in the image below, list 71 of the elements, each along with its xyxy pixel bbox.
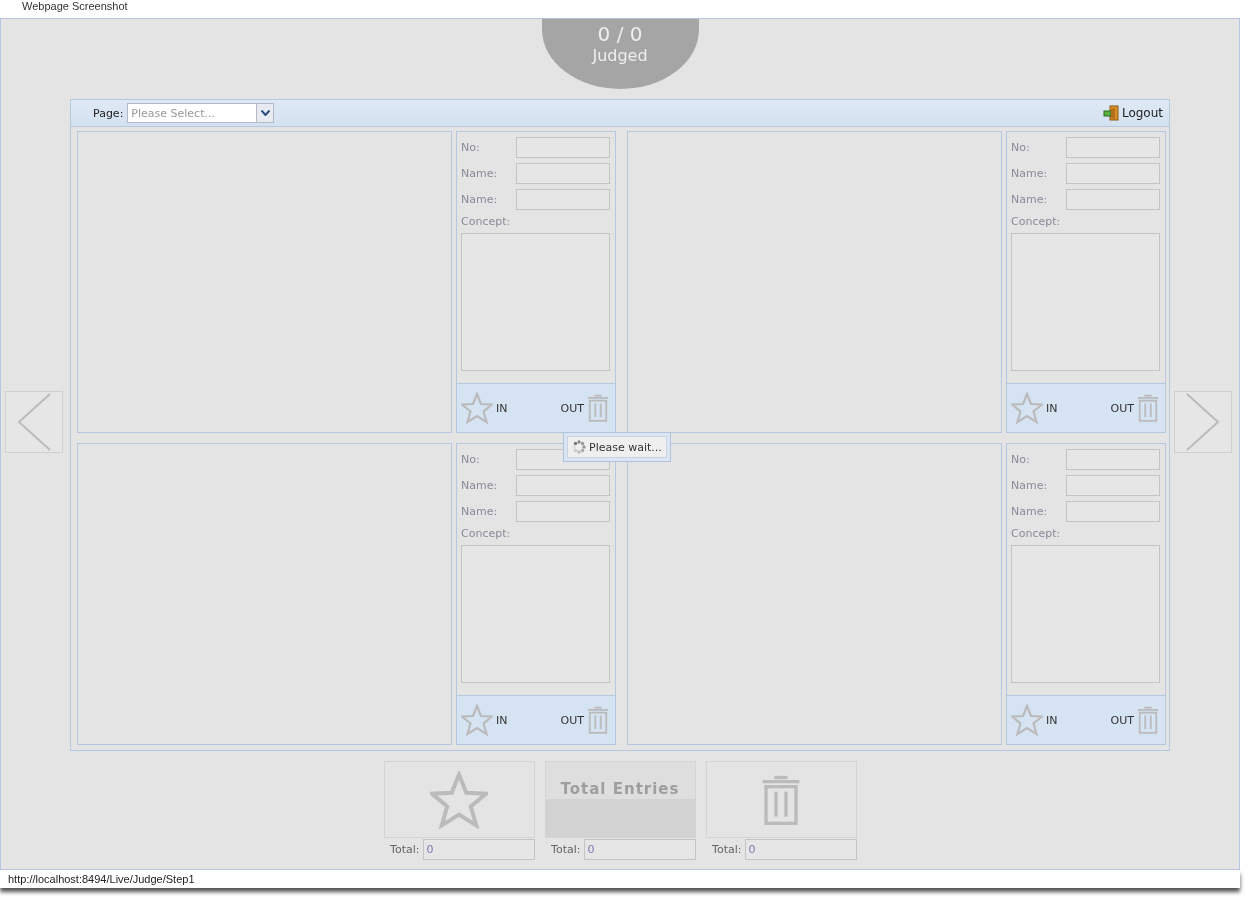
out-label: OUT xyxy=(1110,713,1134,727)
star-icon xyxy=(1011,704,1043,736)
field-label: No: xyxy=(461,453,480,466)
out-label: OUT xyxy=(560,713,584,727)
concept-field[interactable] xyxy=(1011,233,1160,371)
concept-field[interactable] xyxy=(461,545,610,683)
input-field[interactable] xyxy=(516,501,610,522)
loading-text: Please wait... xyxy=(589,440,662,454)
star-icon xyxy=(461,704,493,736)
out-label: OUT xyxy=(1110,401,1134,415)
trash-icon xyxy=(1137,706,1159,734)
in-label: IN xyxy=(1046,713,1058,727)
chevron-left-icon xyxy=(17,393,51,451)
input-field[interactable] xyxy=(516,475,610,496)
in-label: IN xyxy=(496,713,508,727)
field-label: Name: xyxy=(461,167,498,180)
field-label: Name: xyxy=(1011,479,1048,492)
concept-label: Concept: xyxy=(461,527,512,540)
field-label: No: xyxy=(461,141,480,154)
star-icon xyxy=(430,770,488,829)
spinner-icon xyxy=(572,440,586,454)
status-bar-url: http://localhost:8494/Live/Judge/Step1 xyxy=(0,870,1240,888)
total-field[interactable]: 0 xyxy=(744,839,857,860)
in-label: IN xyxy=(496,401,508,415)
concept-label: Concept: xyxy=(1011,215,1062,228)
total-label: Total: xyxy=(712,843,742,856)
field-label: Name: xyxy=(1011,167,1048,180)
input-field[interactable] xyxy=(1066,475,1160,496)
caption-text: Webpage Screenshot xyxy=(21,0,129,14)
field-label: Name: xyxy=(461,479,498,492)
previous-button[interactable] xyxy=(5,391,63,453)
input-field[interactable] xyxy=(1066,501,1160,522)
star-icon xyxy=(1011,392,1043,424)
field-label: No: xyxy=(1011,453,1030,466)
field-label: Name: xyxy=(1011,505,1048,518)
input-field[interactable] xyxy=(1066,137,1160,158)
trash-icon xyxy=(587,706,609,734)
field-label: Name: xyxy=(461,193,498,206)
total-label: Total: xyxy=(551,843,581,856)
trash-icon xyxy=(761,773,801,826)
out-label: OUT xyxy=(560,401,584,415)
input-field[interactable] xyxy=(516,137,610,158)
concept-field[interactable] xyxy=(1011,545,1160,683)
total-field[interactable]: 0 xyxy=(583,839,696,860)
input-field[interactable] xyxy=(1066,163,1160,184)
in-label: IN xyxy=(1046,401,1058,415)
input-field[interactable] xyxy=(1066,189,1160,210)
chevron-right-icon xyxy=(1186,393,1220,451)
concept-label: Concept: xyxy=(461,215,512,228)
concept-label: Concept: xyxy=(1011,527,1062,540)
page-select[interactable]: Please Select... xyxy=(127,103,275,123)
input-field[interactable] xyxy=(1066,449,1160,470)
trash-icon xyxy=(1137,394,1159,422)
star-icon xyxy=(461,392,493,424)
judged-count: 0 / 0 xyxy=(597,22,643,46)
field-label: Name: xyxy=(1011,193,1048,206)
field-label: Name: xyxy=(461,505,498,518)
trash-icon xyxy=(587,394,609,422)
input-field[interactable] xyxy=(516,189,610,210)
caret-icon xyxy=(260,110,270,116)
total-field[interactable]: 0 xyxy=(422,839,535,860)
logout-button[interactable]: Logout xyxy=(1102,105,1163,121)
concept-field[interactable] xyxy=(461,233,610,371)
page-label: Page: xyxy=(93,106,124,120)
total-entries-caption: Total Entries xyxy=(560,781,680,798)
judged-label: Judged xyxy=(592,46,648,66)
input-field[interactable] xyxy=(516,163,610,184)
field-label: No: xyxy=(1011,141,1030,154)
door-exit-icon xyxy=(1102,105,1119,121)
next-button[interactable] xyxy=(1174,391,1232,453)
total-label: Total: xyxy=(390,843,420,856)
